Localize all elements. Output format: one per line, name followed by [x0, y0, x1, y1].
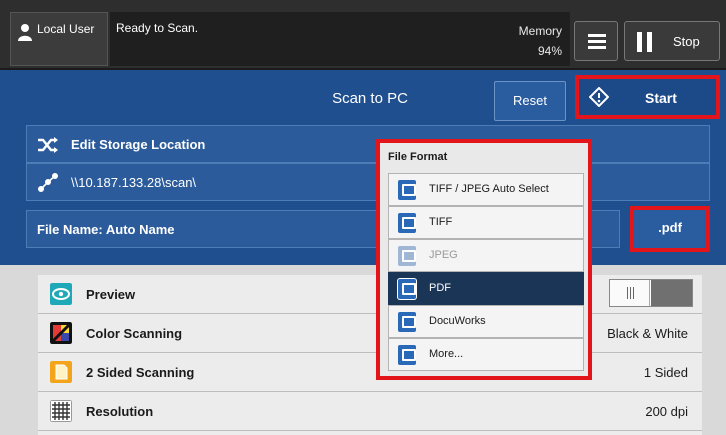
- status-bar: Local User Ready to Scan. Memory 94% Sto…: [0, 0, 726, 70]
- file-format-popup: File Format TIFF / JPEG Auto Select TIFF…: [376, 139, 592, 380]
- color-icon: [50, 322, 72, 344]
- storage-path: \\10.187.133.28\scan\: [71, 175, 197, 190]
- format-option-label: DocuWorks: [429, 315, 486, 327]
- setting-label: Preview: [86, 287, 136, 302]
- file-icon: [398, 312, 416, 332]
- page-title: Scan to PC: [332, 90, 408, 107]
- setting-label: Resolution: [86, 404, 154, 419]
- network-icon: [38, 173, 58, 192]
- shuffle-icon: [38, 137, 58, 153]
- setting-value: Black & White: [607, 326, 688, 341]
- memory-value: 94%: [537, 44, 562, 58]
- start-button[interactable]: Start: [575, 75, 720, 119]
- reset-button[interactable]: Reset: [494, 81, 566, 121]
- file-name-label: File Name: Auto Name: [37, 222, 175, 237]
- file-icon: [398, 345, 416, 365]
- settings-list: Preview Color Scanning Black & White 2 S…: [38, 275, 702, 435]
- toggle-track: [651, 280, 692, 306]
- format-option-more[interactable]: More...: [388, 338, 584, 371]
- menu-icon: [588, 34, 606, 37]
- format-option-docuworks[interactable]: DocuWorks: [388, 305, 584, 338]
- format-option-label: PDF: [429, 282, 451, 294]
- preview-toggle[interactable]: [609, 279, 693, 307]
- toggle-knob: [610, 280, 650, 306]
- format-option-label: TIFF: [429, 216, 453, 228]
- status-text: Ready to Scan.: [116, 21, 199, 35]
- edit-storage-location-button[interactable]: Edit Storage Location: [26, 125, 710, 163]
- file-icon: [398, 246, 416, 266]
- file-icon: [398, 180, 416, 200]
- format-option-tiff[interactable]: TIFF: [388, 206, 584, 239]
- user-button[interactable]: Local User: [10, 12, 108, 66]
- user-label: Local User: [37, 22, 95, 36]
- format-option-label: TIFF / JPEG Auto Select: [429, 183, 549, 195]
- stop-button[interactable]: Stop: [624, 21, 720, 61]
- setting-row-resolution[interactable]: Resolution 200 dpi: [38, 392, 702, 431]
- file-format-button[interactable]: .pdf: [630, 206, 710, 252]
- start-diamond-icon: [589, 87, 609, 107]
- menu-button[interactable]: [574, 21, 618, 61]
- memory-label: Memory: [518, 24, 562, 38]
- format-option-label: More...: [429, 348, 464, 360]
- format-option-jpeg: JPEG: [388, 239, 584, 272]
- stop-label: Stop: [673, 34, 700, 49]
- grid-icon: [50, 400, 72, 422]
- file-icon: [398, 279, 416, 299]
- format-option-label: JPEG: [429, 249, 458, 261]
- storage-path-row: \\10.187.133.28\scan\: [26, 163, 710, 201]
- page-icon: [50, 361, 72, 383]
- start-label: Start: [645, 90, 677, 106]
- edit-storage-location-label: Edit Storage Location: [71, 137, 206, 152]
- popup-title: File Format: [388, 151, 448, 163]
- setting-row-preview[interactable]: Preview: [38, 275, 702, 314]
- setting-row-color-scanning[interactable]: Color Scanning Black & White: [38, 314, 702, 353]
- eye-icon: [50, 283, 72, 305]
- setting-row-2-sided-scanning[interactable]: 2 Sided Scanning 1 Sided: [38, 353, 702, 392]
- setting-label: 2 Sided Scanning: [86, 365, 195, 380]
- status-message-area: Ready to Scan. Memory 94%: [110, 12, 570, 66]
- user-icon: [18, 24, 32, 41]
- scan-panel: Scan to PC Reset Start Edit Storage Loca…: [0, 70, 726, 265]
- setting-label: Color Scanning: [86, 326, 183, 341]
- format-option-tiff-jpeg-auto[interactable]: TIFF / JPEG Auto Select: [388, 173, 584, 206]
- pause-icon: [637, 32, 653, 52]
- setting-value: 200 dpi: [645, 404, 688, 419]
- format-option-pdf[interactable]: PDF: [388, 272, 584, 305]
- setting-value: 1 Sided: [643, 365, 688, 380]
- file-format-label: .pdf: [658, 220, 682, 235]
- file-icon: [398, 213, 416, 233]
